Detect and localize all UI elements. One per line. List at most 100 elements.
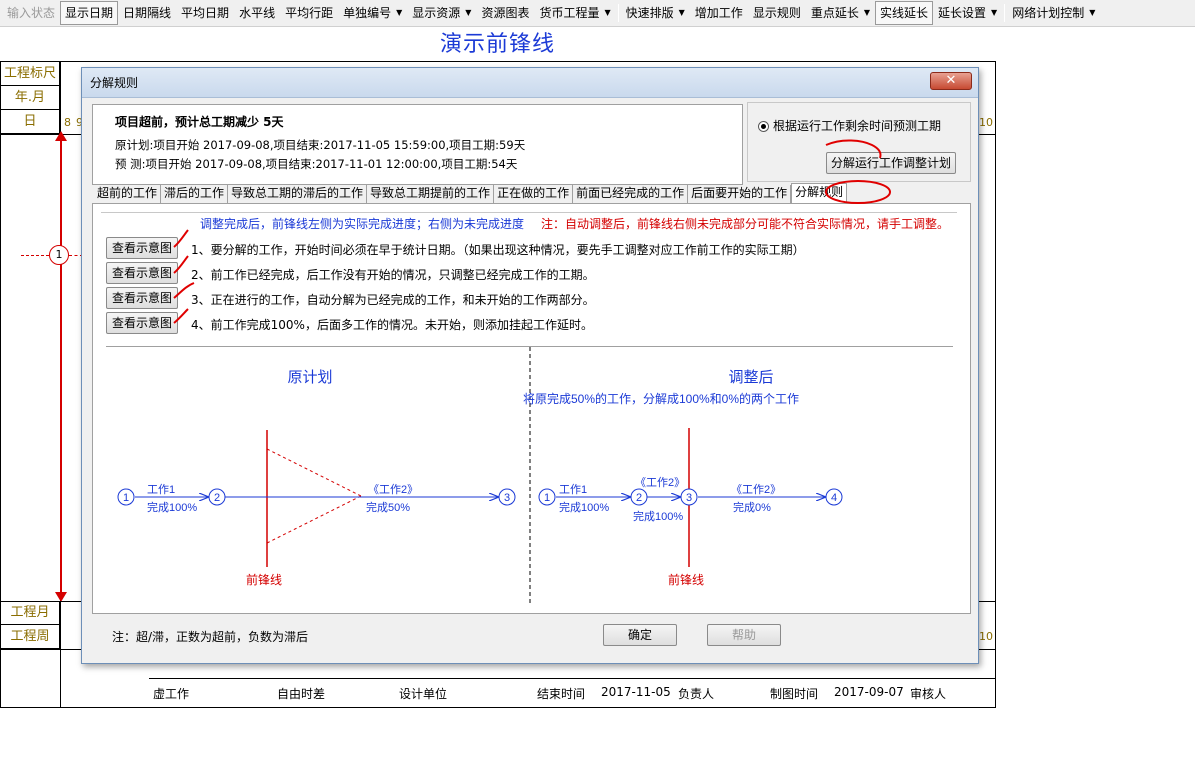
- right-subtitle: 将原完成50%的工作，分解成100%和0%的两个工作: [523, 391, 799, 406]
- right-work2a: 《工作2》: [635, 476, 685, 489]
- predict-option-label: 根据运行工作剩余时间预测工期: [773, 119, 942, 133]
- summary-original-plan: 原计划:项目开始 2017-09-08,项目结束:2017-11-05 15:5…: [115, 138, 526, 152]
- view-diagram-button[interactable]: 查看示意图: [106, 312, 178, 334]
- frontline-dash: [21, 255, 49, 256]
- chevron-down-icon[interactable]: ▼: [991, 4, 997, 22]
- left-node-2-label: 2: [214, 492, 220, 504]
- tab-item[interactable]: 前面已经完成的工作: [573, 185, 689, 203]
- toolbar-button[interactable]: 显示日期: [60, 1, 119, 25]
- toolbar-button[interactable]: 实线延长: [875, 1, 934, 25]
- left-node-1-label: 1: [123, 492, 129, 504]
- left-frontline-dash: [266, 495, 362, 544]
- toolbar-button-label: 平均行距: [285, 6, 334, 20]
- right-frontline-label: 前锋线: [668, 572, 704, 587]
- decompose-rules-dialog: 分解规则 ✕ 项目超前，预计总工期减少 5天 原计划:项目开始 2017-09-…: [81, 67, 979, 664]
- tab-item[interactable]: 导致总工期的滞后的工作: [228, 185, 368, 203]
- toolbar-button-label: 输入状态: [7, 6, 56, 20]
- schematic-diagram: 原计划 调整后 将原完成50%的工作，分解成100%和0%的两个工作 前锋线 1…: [106, 346, 953, 606]
- right-title: 调整后: [728, 369, 773, 386]
- left-frontline-dash: [266, 448, 362, 497]
- right-node-4-label: 4: [831, 492, 837, 504]
- dialog-titlebar: 分解规则: [82, 68, 978, 98]
- row-label-yearmonth: 年.月: [1, 86, 60, 110]
- ok-button[interactable]: 确定: [603, 624, 677, 646]
- schedule-summary: 项目超前，预计总工期减少 5天 原计划:项目开始 2017-09-08,项目结束…: [92, 104, 743, 185]
- toolbar-button-label: 延长设置: [938, 6, 987, 20]
- rule-text: 3、正在进行的工作，自动分解为已经完成的工作，和未开始的工作两部分。: [191, 293, 595, 307]
- toolbar-button-label: 资源图表: [481, 6, 530, 20]
- predict-radio[interactable]: [758, 121, 769, 132]
- right-work2b-progress: 完成0%: [733, 500, 771, 514]
- toolbar-button-label: 显示资源: [412, 6, 461, 20]
- toolbar-button[interactable]: 延长设置 ▼: [933, 1, 1002, 25]
- toolbar-button[interactable]: 显示规则: [748, 1, 806, 25]
- row-label-day: 日: [1, 110, 60, 134]
- left-work1: 工作1: [147, 483, 175, 496]
- summary-headline: 项目超前，预计总工期减少 5天: [115, 115, 284, 129]
- toolbar-button[interactable]: 显示资源 ▼: [407, 1, 476, 25]
- tab-item[interactable]: 导致总工期提前的工作: [367, 185, 495, 203]
- rule-text: 2、前工作已经完成，后工作没有开始的情况，只调整已经完成工作的工期。: [191, 268, 595, 282]
- legend-cell: 审核人: [910, 687, 947, 701]
- toolbar-button[interactable]: 资源图表: [476, 1, 534, 25]
- chevron-down-icon[interactable]: ▼: [465, 4, 471, 22]
- toolbar-button-label: 货币工程量: [539, 6, 600, 20]
- page-title: 演示前锋线: [439, 32, 555, 57]
- help-button[interactable]: 帮助: [707, 624, 781, 646]
- frontline-axis: [60, 134, 62, 597]
- network-node[interactable]: 1: [49, 245, 69, 265]
- day-number: 10: [979, 116, 993, 129]
- right-work1: 工作1: [559, 483, 587, 496]
- toolbar-button[interactable]: 日期隔线: [118, 1, 176, 25]
- toolbar-button-label: 快速排版: [625, 6, 674, 20]
- chevron-down-icon[interactable]: ▼: [1089, 4, 1095, 22]
- view-diagram-button[interactable]: 查看示意图: [106, 237, 178, 259]
- left-work2-progress: 完成50%: [366, 500, 410, 514]
- toolbar-button-label: 显示规则: [752, 6, 801, 20]
- toolbar-button[interactable]: 平均日期: [176, 1, 234, 25]
- row-label-ruler: 工程标尺: [1, 62, 60, 86]
- chevron-down-icon[interactable]: ▼: [679, 4, 685, 22]
- note-blue: 调整完成后，前锋线左侧为实际完成进度；右侧为未完成进度: [200, 217, 525, 231]
- legend-cell: 虚工作: [153, 687, 190, 701]
- legend-cell: 自由时差: [277, 687, 326, 701]
- toolbar-button[interactable]: 平均行距: [280, 1, 338, 25]
- toolbar-button[interactable]: 快速排版 ▼: [621, 1, 690, 25]
- tab-item[interactable]: 后面要开始的工作: [688, 185, 792, 203]
- view-diagram-button[interactable]: 查看示意图: [106, 287, 178, 309]
- decompose-plan-button[interactable]: 分解运行工作调整计划: [826, 152, 956, 174]
- toolbar-button[interactable]: 单独编号 ▼: [338, 1, 407, 25]
- toolbar-button[interactable]: 货币工程量 ▼: [534, 1, 615, 25]
- tab-item[interactable]: 正在做的工作: [494, 185, 574, 203]
- toolbar-button[interactable]: 网络计划控制 ▼: [1007, 1, 1100, 25]
- legend-cell: 负责人: [678, 687, 715, 701]
- tab-item[interactable]: 滞后的工作: [161, 185, 229, 203]
- chevron-down-icon[interactable]: ▼: [396, 4, 402, 22]
- tab-item[interactable]: 超前的工作: [94, 185, 162, 203]
- footer-note: 注：超/滞，正数为超前，负数为滞后: [112, 630, 309, 644]
- legend-cell: 制图时间: [770, 687, 819, 701]
- legend-cell: 2017-11-05: [601, 685, 671, 699]
- row-label-project-month: 工程月: [1, 601, 60, 625]
- toolbar-button[interactable]: 增加工作: [690, 1, 748, 25]
- toolbar-button-label: 单独编号: [343, 6, 392, 20]
- chevron-down-icon[interactable]: ▼: [604, 4, 610, 22]
- week-number: 10: [979, 630, 993, 643]
- right-work2a-progress: 完成100%: [633, 509, 683, 523]
- right-work1-progress: 完成100%: [559, 500, 609, 514]
- left-node-3-label: 3: [504, 492, 510, 504]
- toolbar-button[interactable]: 输入状态: [2, 1, 60, 25]
- left-work2: 《工作2》: [368, 483, 418, 496]
- chevron-down-icon[interactable]: ▼: [864, 4, 870, 22]
- toolbar-button-label: 重点延长: [810, 6, 859, 20]
- rules-panel: 调整完成后，前锋线左侧为实际完成进度；右侧为未完成进度 注：自动调整后，前锋线右…: [92, 203, 971, 614]
- toolbar-button[interactable]: 重点延长 ▼: [806, 1, 875, 25]
- right-work2b: 《工作2》: [731, 483, 781, 496]
- toolbar-button[interactable]: 水平线: [234, 1, 280, 25]
- close-icon[interactable]: ✕: [930, 72, 972, 90]
- tab-item[interactable]: 分解规则: [791, 183, 848, 203]
- toolbar-button-label: 网络计划控制: [1012, 6, 1085, 20]
- toolbar-separator: [1004, 4, 1006, 22]
- view-diagram-button[interactable]: 查看示意图: [106, 262, 178, 284]
- summary-forecast: 预 测:项目开始 2017-09-08,项目结束:2017-11-01 12:0…: [115, 157, 518, 171]
